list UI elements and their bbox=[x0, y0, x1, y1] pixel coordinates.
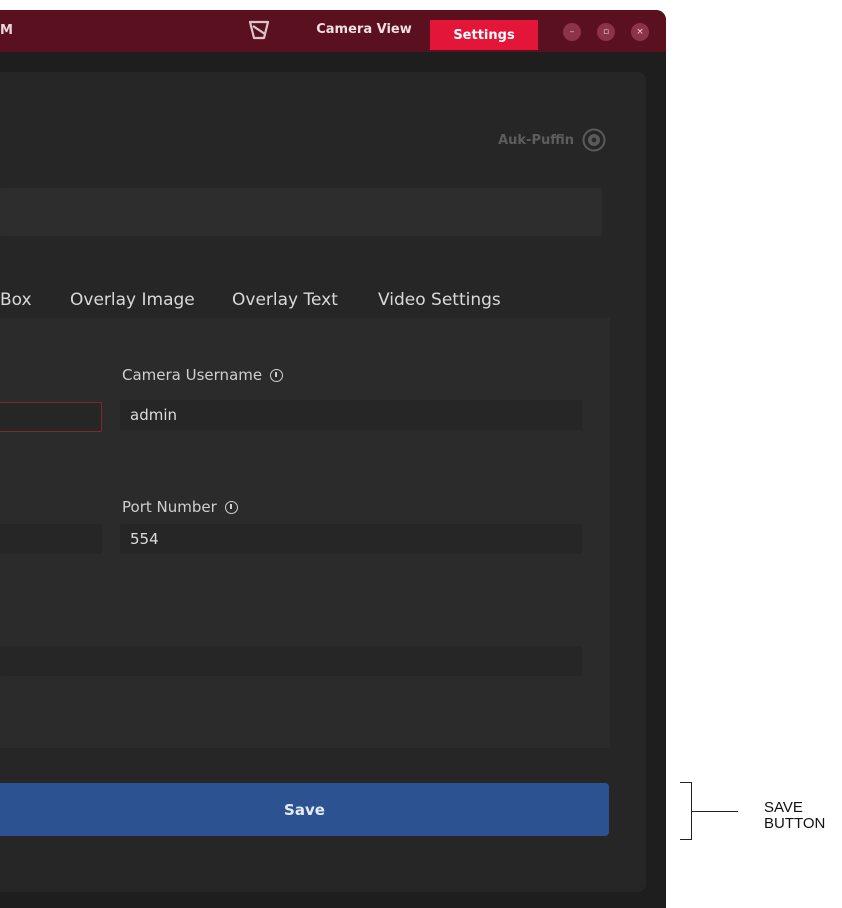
info-icon[interactable] bbox=[224, 500, 238, 514]
tab-overlay-image[interactable]: Overlay Image bbox=[70, 290, 195, 310]
minimize-button[interactable]: – bbox=[563, 23, 581, 41]
titlebar: M Camera View Settings – ▫ × bbox=[0, 10, 666, 52]
save-button[interactable]: Save bbox=[0, 783, 609, 836]
full-width-input[interactable] bbox=[0, 646, 582, 676]
app-logo-icon bbox=[248, 20, 270, 40]
maximize-button[interactable]: ▫ bbox=[597, 23, 615, 41]
camera-username-label: Camera Username bbox=[122, 366, 284, 384]
camera-lens-icon bbox=[582, 128, 606, 152]
brand-label: Auk-Puffin bbox=[498, 132, 574, 148]
left-field-input-2[interactable] bbox=[0, 524, 102, 554]
brand: Auk-Puffin bbox=[498, 128, 606, 152]
settings-panel: Auk-Puffin Box Overlay Image Overlay Tex… bbox=[0, 72, 646, 892]
tab-overlay-text[interactable]: Overlay Text bbox=[232, 290, 338, 310]
annotation-line bbox=[692, 811, 738, 812]
form-card: Camera Username admin Port Number 554 bbox=[0, 318, 610, 748]
nav-camera-view[interactable]: Camera View bbox=[306, 14, 422, 44]
left-field-input[interactable] bbox=[0, 402, 102, 432]
app-title: M bbox=[0, 23, 13, 38]
nav-settings[interactable]: Settings bbox=[430, 20, 538, 50]
port-number-input[interactable]: 554 bbox=[120, 524, 582, 554]
close-button[interactable]: × bbox=[631, 23, 649, 41]
camera-username-input[interactable]: admin bbox=[120, 400, 582, 430]
annotation-label: SAVE BUTTON bbox=[764, 799, 826, 832]
port-number-label: Port Number bbox=[122, 498, 238, 516]
annotation-bracket bbox=[680, 782, 692, 840]
camera-selector-bar[interactable] bbox=[0, 188, 602, 236]
tab-video-settings[interactable]: Video Settings bbox=[378, 290, 501, 310]
info-icon[interactable] bbox=[270, 368, 284, 382]
app-window: M Camera View Settings – ▫ × Auk-Puffin … bbox=[0, 10, 666, 908]
save-button-label: Save bbox=[284, 800, 325, 819]
tab-box[interactable]: Box bbox=[0, 290, 32, 310]
